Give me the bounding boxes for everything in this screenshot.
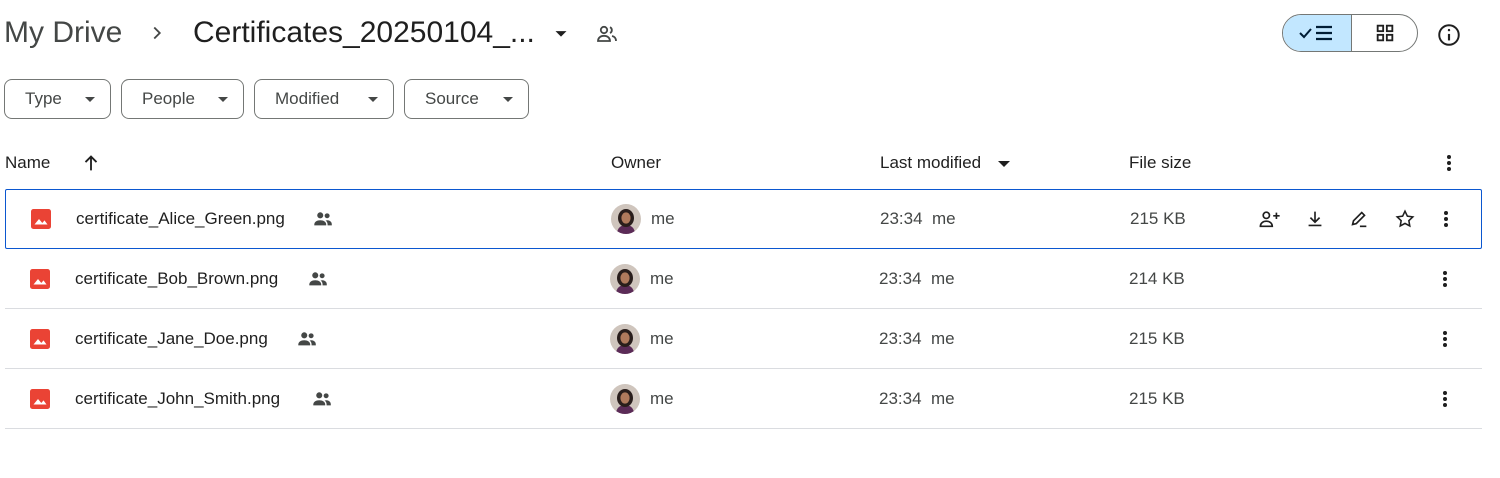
file-size: 214 KB [1129, 268, 1185, 288]
avatar [610, 263, 640, 294]
modified-cell: 23:34 me [880, 190, 956, 248]
breadcrumb-root[interactable]: My Drive [4, 14, 122, 52]
grid-view-button[interactable] [1352, 15, 1417, 51]
shared-people-icon [312, 190, 334, 248]
image-file-icon [29, 309, 51, 368]
shared-people-icon [311, 369, 333, 428]
owner-cell: me [610, 369, 674, 428]
more-actions-icon[interactable] [1443, 190, 1449, 248]
filter-source-label: Source [425, 89, 479, 108]
file-name[interactable]: certificate_John_Smith.png [75, 369, 280, 428]
image-file-icon [29, 249, 51, 308]
owner-cell: me [611, 190, 675, 248]
list-view-button[interactable] [1283, 15, 1352, 51]
filter-source-chip[interactable]: Source [404, 79, 529, 119]
modified-cell: 23:34 me [879, 369, 955, 428]
column-options-more-icon[interactable] [1436, 150, 1462, 176]
file-size: 215 KB [1129, 388, 1185, 408]
filter-type-chip[interactable]: Type [4, 79, 111, 119]
avatar [610, 383, 640, 414]
owner-name: me [650, 388, 674, 408]
table-row[interactable]: certificate_Bob_Brown.png me 23:34 me 21… [5, 249, 1482, 309]
share-add-person-icon[interactable] [1258, 190, 1282, 248]
filter-modified-chip[interactable]: Modified [254, 79, 394, 119]
modified-by: me [931, 328, 955, 348]
grid-icon [1376, 24, 1393, 42]
image-file-icon [29, 369, 51, 428]
caret-down-icon [218, 97, 228, 102]
file-name[interactable]: certificate_Bob_Brown.png [75, 249, 278, 308]
file-name[interactable]: certificate_Alice_Green.png [76, 190, 285, 248]
image-file-icon [30, 190, 52, 248]
chevron-right-icon [146, 22, 168, 44]
column-header-file-size[interactable]: File size [1129, 153, 1191, 173]
table-row[interactable]: certificate_John_Smith.png me 23:34 me 2… [5, 369, 1482, 429]
table-row[interactable]: certificate_Alice_Green.png me 23:34 me … [5, 189, 1482, 249]
column-header-last-modified[interactable]: Last modified [880, 153, 981, 173]
modified-by: me [932, 209, 956, 228]
owner-name: me [650, 268, 674, 288]
avatar [610, 323, 640, 354]
sort-dropdown-icon[interactable] [997, 158, 1011, 170]
download-icon[interactable] [1304, 190, 1326, 248]
filter-modified-label: Modified [275, 89, 340, 108]
breadcrumb-current-folder[interactable]: Certificates_20250104_... [193, 14, 535, 52]
rename-pencil-icon[interactable] [1348, 190, 1370, 248]
modified-cell: 23:34 me [879, 249, 955, 308]
filter-people-chip[interactable]: People [121, 79, 244, 119]
file-name[interactable]: certificate_Jane_Doe.png [75, 309, 268, 368]
folder-menu-dropdown-icon[interactable] [550, 22, 572, 44]
modified-time: 23:34 [879, 328, 922, 348]
modified-time: 23:34 [879, 388, 922, 408]
table-row[interactable]: certificate_Jane_Doe.png me 23:34 me 215… [5, 309, 1482, 369]
caret-down-icon [503, 97, 513, 102]
owner-name: me [651, 209, 675, 228]
file-size: 215 KB [1130, 209, 1186, 228]
shared-people-icon [307, 249, 329, 308]
more-actions-icon[interactable] [1442, 369, 1448, 428]
star-icon[interactable] [1394, 190, 1416, 248]
filter-type-label: Type [25, 89, 62, 108]
column-header-name[interactable]: Name [5, 153, 50, 173]
shared-folder-icon[interactable] [595, 22, 619, 46]
caret-down-icon [85, 97, 95, 102]
file-size: 215 KB [1129, 328, 1185, 348]
sort-ascending-arrow-icon[interactable] [80, 152, 102, 174]
modified-cell: 23:34 me [879, 309, 955, 368]
owner-name: me [650, 328, 674, 348]
owner-cell: me [610, 249, 674, 308]
modified-time: 23:34 [879, 268, 922, 288]
info-icon[interactable] [1436, 22, 1462, 48]
checkmark-list-icon [1299, 25, 1332, 41]
filter-people-label: People [142, 89, 195, 108]
modified-by: me [931, 268, 955, 288]
modified-time: 23:34 [880, 209, 923, 228]
modified-by: me [931, 388, 955, 408]
caret-down-icon [368, 97, 378, 102]
more-actions-icon[interactable] [1442, 309, 1448, 368]
avatar [611, 204, 641, 234]
more-actions-icon[interactable] [1442, 249, 1448, 308]
column-header-owner[interactable]: Owner [611, 153, 661, 173]
view-toggle [1282, 14, 1418, 52]
owner-cell: me [610, 309, 674, 368]
shared-people-icon [296, 309, 318, 368]
